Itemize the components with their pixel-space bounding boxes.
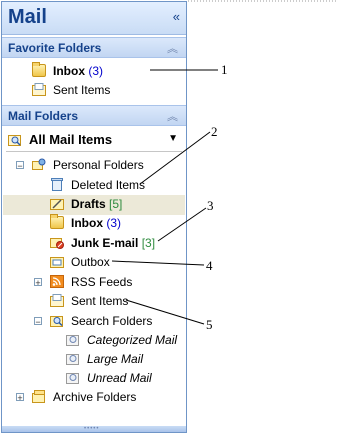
callout-5: 5: [206, 317, 213, 332]
annotation-leaders: [111, 0, 337, 325]
callout-2: 2: [211, 124, 218, 139]
leader-line-5: [125, 299, 205, 325]
leader-line-2: [139, 131, 211, 185]
callout-3: 3: [207, 198, 214, 213]
callout-4: 4: [206, 258, 213, 273]
callout-1: 1: [221, 62, 228, 77]
leader-line-4: [111, 260, 205, 266]
leader-line-3: [157, 207, 207, 242]
